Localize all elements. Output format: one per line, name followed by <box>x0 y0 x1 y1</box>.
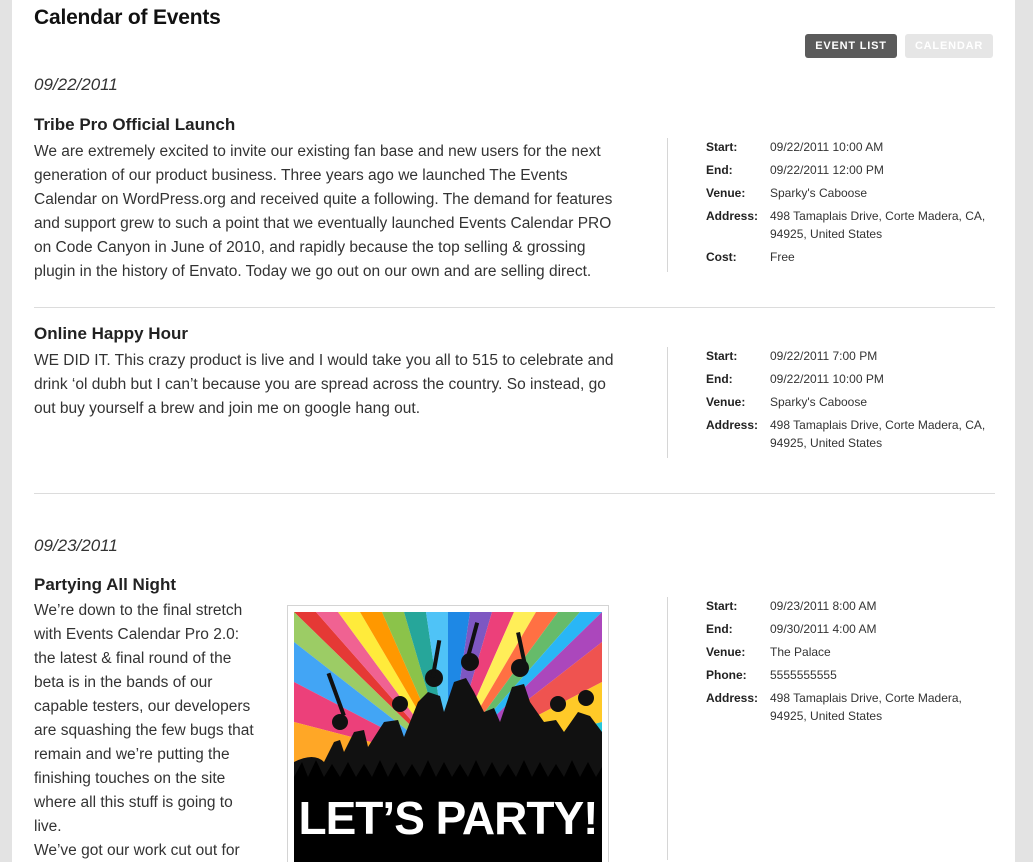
event-title[interactable]: Tribe Pro Official Launch <box>34 115 235 135</box>
date-heading: 09/23/2011 <box>34 536 118 555</box>
meta-label: Address: <box>706 691 759 705</box>
event-description: WE DID IT. This crazy product is live an… <box>34 349 614 421</box>
description-line: live. <box>34 818 62 835</box>
description-line: We’re down to the final stretch <box>34 602 243 619</box>
view-switcher: EVENT LIST CALENDAR <box>805 34 993 58</box>
event-list-button[interactable]: EVENT LIST <box>805 34 897 58</box>
description-line: on Code Canyon in June of 2010, and rapi… <box>34 239 586 256</box>
meta-label: End: <box>706 622 733 636</box>
meta-phone: Phone: 5555555555 <box>706 666 1006 684</box>
meta-value: 09/22/2011 7:00 PM <box>770 349 878 363</box>
meta-value: Sparky's Caboose <box>770 186 868 200</box>
event-image: LET’S PARTY! <box>287 605 609 862</box>
meta-value: The Palace <box>770 645 831 659</box>
group-divider <box>34 493 995 494</box>
meta-value: 09/22/2011 10:00 AM <box>770 140 884 154</box>
description-line: generation of our product business. Thre… <box>34 167 568 184</box>
event-description: We are extremely excited to invite our e… <box>34 140 612 284</box>
event-meta: Start: 09/22/2011 7:00 PM End: 09/22/201… <box>667 347 1006 458</box>
meta-end: End: 09/22/2011 12:00 PM <box>706 161 1006 179</box>
page-container: Calendar of Events EVENT LIST CALENDAR 0… <box>12 0 1015 862</box>
meta-label: Start: <box>706 140 738 154</box>
description-line: out buy yourself a brew and join me on g… <box>34 400 421 417</box>
meta-label: Venue: <box>706 395 746 409</box>
event-meta: Start: 09/22/2011 10:00 AM End: 09/22/20… <box>667 138 1006 272</box>
date-heading: 09/22/2011 <box>34 75 118 94</box>
description-line: the latest & final round of the <box>34 650 232 667</box>
meta-end: End: 09/30/2011 4:00 AM <box>706 620 1006 638</box>
event-divider <box>34 307 995 308</box>
description-line: remain and we’re putting the <box>34 746 230 763</box>
meta-start: Start: 09/23/2011 8:00 AM <box>706 597 1006 615</box>
address-line: 94925, United States <box>770 436 883 450</box>
meta-value: 09/22/2011 12:00 PM <box>770 163 884 177</box>
meta-value: 498 Tamaplais Drive, Corte Madera, CA, 9… <box>770 416 1006 452</box>
meta-value: 498 Tamaplais Drive, Corte Madera, CA, 9… <box>770 207 1006 243</box>
description-line: are squashing the few bugs that <box>34 722 254 739</box>
description-line: WE DID IT. This crazy product is live an… <box>34 352 614 369</box>
description-line: We are extremely excited to invite our e… <box>34 143 601 160</box>
meta-label: Address: <box>706 209 759 223</box>
description-line: and support grew to such a point that we… <box>34 215 612 232</box>
poster-text: LET’S PARTY! <box>299 792 598 844</box>
address-line: 94925, United States <box>770 227 883 241</box>
meta-label: Start: <box>706 349 738 363</box>
event-title[interactable]: Online Happy Hour <box>34 324 188 344</box>
event-description: We’re down to the final stretch with Eve… <box>34 599 274 862</box>
meta-label: End: <box>706 372 733 386</box>
meta-label: Venue: <box>706 645 746 659</box>
address-line: 498 Tamaplais Drive, Corte Madera, CA, <box>770 209 986 223</box>
event-title[interactable]: Partying All Night <box>34 575 176 595</box>
description-line: drink ‘ol dubh but I can’t because you a… <box>34 376 606 393</box>
party-poster-graphic: LET’S PARTY! <box>294 612 602 862</box>
event-meta: Start: 09/23/2011 8:00 AM End: 09/30/201… <box>667 597 1006 860</box>
event-title-link[interactable]: Online Happy Hour <box>34 324 188 343</box>
address-line: 498 Tamaplais Drive, Corte Madera, <box>770 691 962 705</box>
meta-value: Sparky's Caboose <box>770 395 868 409</box>
meta-address: Address: 498 Tamaplais Drive, Corte Made… <box>706 689 1006 725</box>
meta-value: 09/30/2011 4:00 AM <box>770 622 877 636</box>
meta-address: Address: 498 Tamaplais Drive, Corte Made… <box>706 416 1006 452</box>
description-line: finishing touches on the site <box>34 770 226 787</box>
meta-cost: Cost: Free <box>706 248 1006 266</box>
meta-venue: Venue: Sparky's Caboose <box>706 393 1006 411</box>
description-line: plugin in the history of Envato. Today w… <box>34 263 592 280</box>
meta-value: Free <box>770 250 795 264</box>
meta-label: End: <box>706 163 733 177</box>
address-line: 94925, United States <box>770 709 883 723</box>
meta-address: Address: 498 Tamaplais Drive, Corte Made… <box>706 207 1006 243</box>
meta-value: 498 Tamaplais Drive, Corte Madera, 94925… <box>770 689 1006 725</box>
description-line: with Events Calendar Pro 2.0: <box>34 626 240 643</box>
calendar-button[interactable]: CALENDAR <box>905 34 993 58</box>
meta-label: Cost: <box>706 250 737 264</box>
meta-end: End: 09/22/2011 10:00 PM <box>706 370 1006 388</box>
page-title: Calendar of Events <box>34 6 221 29</box>
description-line: Calendar on WordPress.org and received q… <box>34 191 613 208</box>
description-line: We’ve got our work cut out for <box>34 842 240 859</box>
description-line: capable testers, our developers <box>34 698 251 715</box>
address-line: 498 Tamaplais Drive, Corte Madera, CA, <box>770 418 986 432</box>
description-line: beta is in the bands of our <box>34 674 213 691</box>
event-title-link[interactable]: Tribe Pro Official Launch <box>34 115 235 134</box>
meta-label: Start: <box>706 599 738 613</box>
event-title-link[interactable]: Partying All Night <box>34 575 176 594</box>
meta-start: Start: 09/22/2011 7:00 PM <box>706 347 1006 365</box>
meta-value: 5555555555 <box>770 668 837 682</box>
meta-start: Start: 09/22/2011 10:00 AM <box>706 138 1006 156</box>
meta-venue: Venue: Sparky's Caboose <box>706 184 1006 202</box>
meta-value: 09/22/2011 10:00 PM <box>770 372 884 386</box>
meta-value: 09/23/2011 8:00 AM <box>770 599 877 613</box>
meta-label: Venue: <box>706 186 746 200</box>
description-line: where all this stuff is going to <box>34 794 233 811</box>
meta-venue: Venue: The Palace <box>706 643 1006 661</box>
meta-label: Phone: <box>706 668 747 682</box>
meta-label: Address: <box>706 418 759 432</box>
